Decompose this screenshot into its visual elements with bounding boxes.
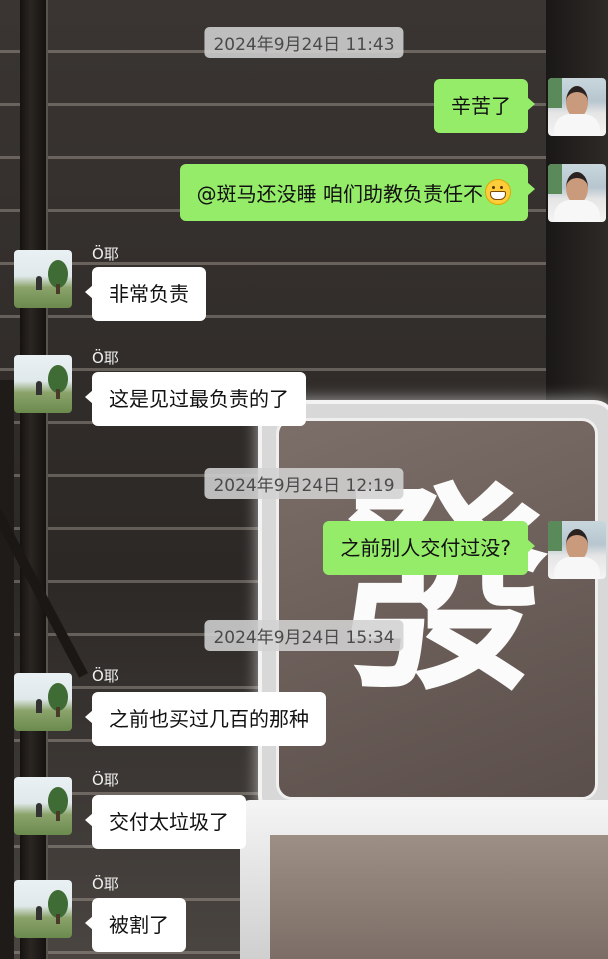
message-bubble-sent[interactable]: @斑马还没睡 咱们助教负责任不 (179, 164, 536, 221)
contact-avatar[interactable] (14, 777, 72, 835)
sender-name: Ö耶 (92, 771, 119, 789)
contact-avatar[interactable] (14, 880, 72, 938)
message-bubble-received[interactable]: 交付太垃圾了 (85, 795, 246, 849)
message-bubble-sent[interactable]: 之前别人交付过没? (323, 521, 535, 575)
mahjong-tile-base-inner (270, 835, 608, 959)
timestamp: 2024年9月24日 12:19 (204, 468, 404, 499)
sender-name: Ö耶 (92, 349, 119, 367)
sender-name: Ö耶 (92, 245, 119, 263)
mahjong-tile-glyph: 發 (329, 461, 550, 720)
mahjong-tile: 發 (258, 400, 608, 818)
message-text: @斑马还没睡 咱们助教负责任不 (196, 182, 483, 206)
contact-avatar[interactable] (14, 250, 72, 308)
my-avatar[interactable] (548, 78, 606, 136)
timestamp: 2024年9月24日 15:34 (204, 620, 404, 651)
message-bubble-received[interactable]: 之前也买过几百的那种 (85, 692, 326, 746)
sender-name: Ö耶 (92, 667, 119, 685)
sender-name: Ö耶 (92, 875, 119, 893)
my-avatar[interactable] (548, 164, 606, 222)
message-bubble-received[interactable]: 非常负责 (85, 267, 206, 321)
timestamp: 2024年9月24日 11:43 (204, 27, 404, 58)
grinning-face-emoji-icon (485, 179, 511, 205)
background-pipe-left (0, 380, 14, 959)
contact-avatar[interactable] (14, 673, 72, 731)
message-bubble-sent[interactable]: 辛苦了 (434, 79, 535, 133)
message-bubble-received[interactable]: 这是见过最负责的了 (85, 372, 306, 426)
contact-avatar[interactable] (14, 355, 72, 413)
message-bubble-received[interactable]: 被割了 (85, 898, 186, 952)
my-avatar[interactable] (548, 521, 606, 579)
